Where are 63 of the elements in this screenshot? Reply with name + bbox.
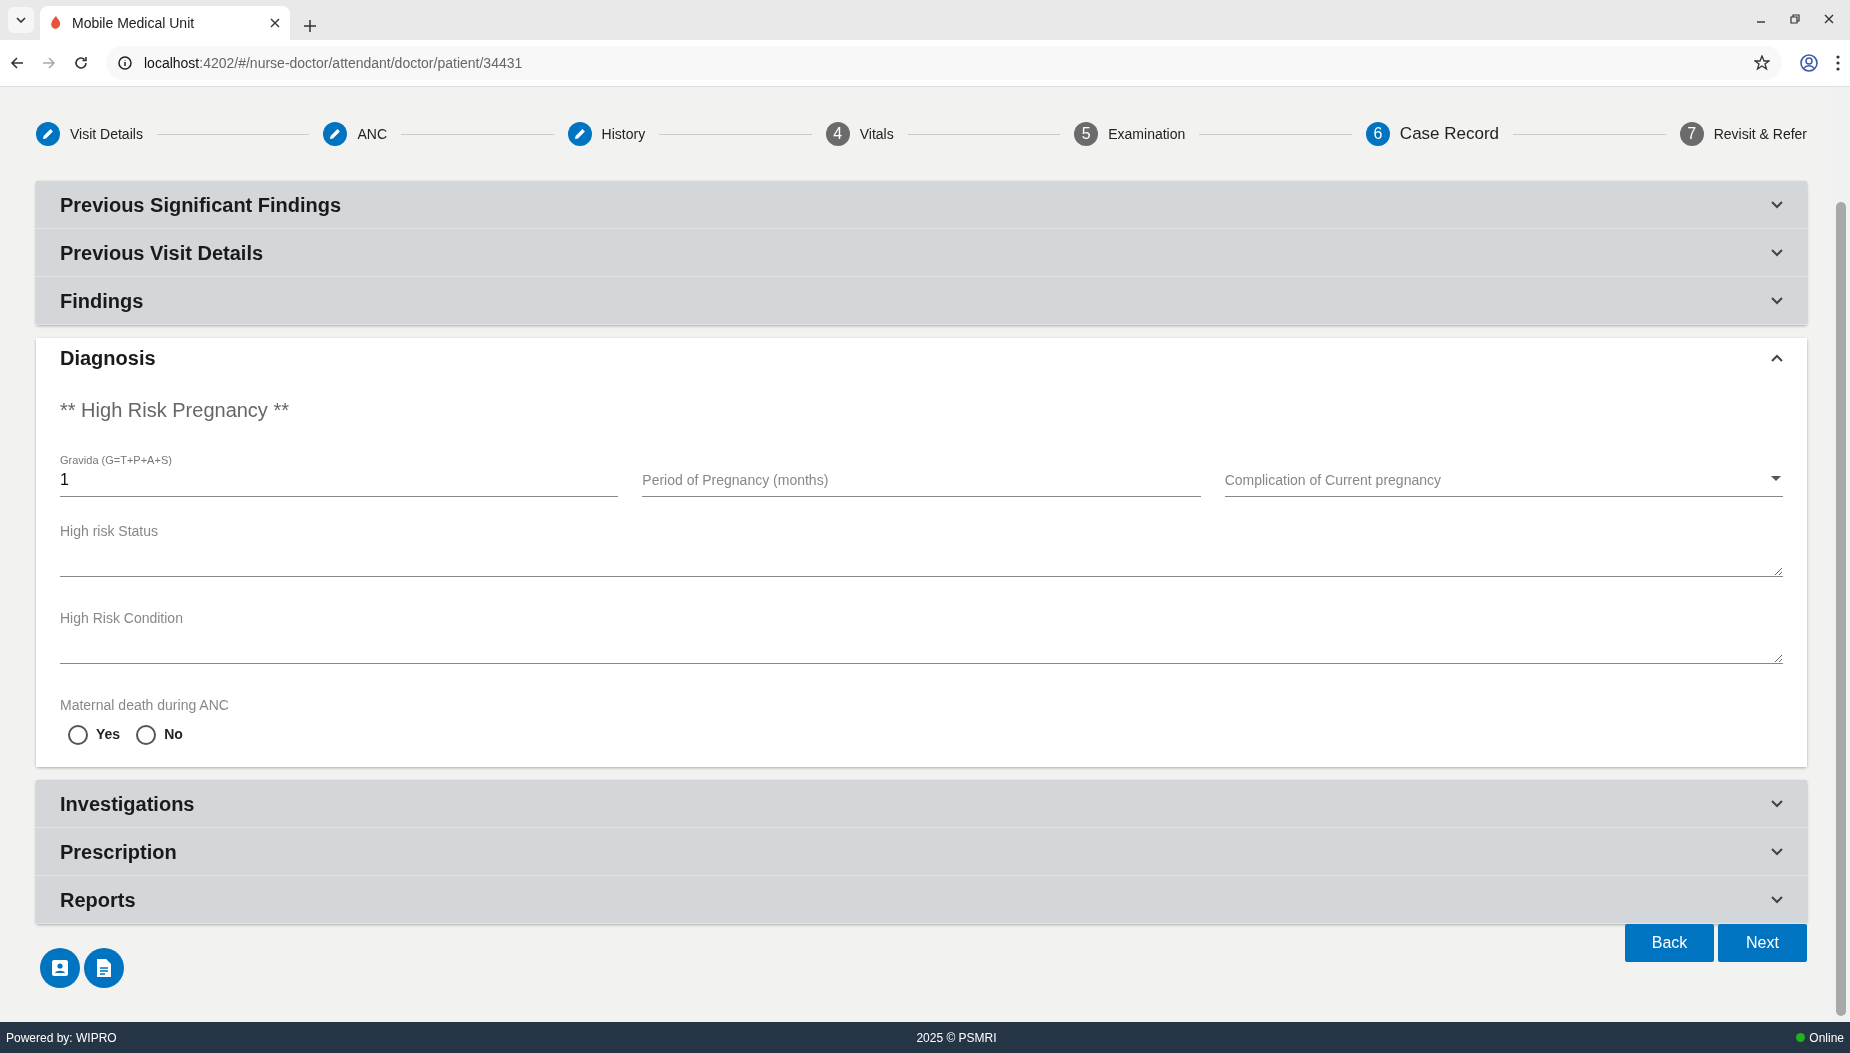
chevron-up-icon (1771, 354, 1783, 362)
connection-status: Online (1809, 1029, 1844, 1047)
reload-icon[interactable] (74, 56, 88, 70)
step-tab[interactable]: ANC (323, 122, 387, 146)
document-icon (97, 959, 111, 977)
dropdown-arrow-icon (1771, 476, 1781, 481)
accordion-header[interactable]: Previous Visit Details (36, 229, 1807, 277)
browser-tab[interactable]: Mobile Medical Unit (40, 6, 290, 40)
radio-button[interactable] (136, 724, 157, 745)
radio-group-label: Maternal death during ANC (60, 696, 230, 715)
chevron-down-icon (1771, 895, 1783, 904)
url-text: localhost:4202/#/nurse-doctor/attendant/doctor/patient/34431 (144, 53, 524, 73)
step-tab[interactable]: 7 Revisit & Refer (1679, 122, 1807, 146)
step-tab[interactable]: Visit Details (36, 122, 143, 146)
step-tab[interactable]: 5 Examination (1074, 122, 1186, 146)
accordion-header[interactable]: Prescription (36, 828, 1807, 876)
document-button[interactable] (84, 948, 124, 988)
step-tab[interactable]: 6 Case Record (1365, 121, 1500, 147)
info-icon (118, 56, 132, 70)
section-subheading: ** High Risk Pregnancy ** (60, 398, 290, 423)
text-area-field[interactable]: High Risk Condition (60, 608, 1783, 664)
accordion-header[interactable]: Findings (36, 277, 1807, 325)
profile-icon[interactable] (1800, 54, 1818, 72)
chevron-down-icon (1771, 248, 1783, 257)
accordion-header[interactable]: Diagnosis (36, 338, 1807, 378)
restore-icon[interactable] (1790, 14, 1800, 24)
radio-button[interactable] (68, 724, 88, 745)
input-field[interactable]: Period of Pregnancy (months) (642, 468, 1201, 497)
contact-card-button[interactable] (40, 948, 80, 988)
chevron-down-icon (1771, 200, 1783, 209)
action-button[interactable]: Back (1625, 924, 1714, 962)
close-icon[interactable] (270, 18, 280, 28)
tab-title: Mobile Medical Unit (72, 13, 196, 33)
chevron-down-icon (1771, 847, 1783, 856)
more-menu-icon[interactable] (1836, 55, 1840, 71)
chevron-down-icon (16, 17, 26, 23)
status-dot-icon (1796, 1033, 1806, 1042)
new-tab-icon[interactable] (304, 20, 316, 32)
text-area-field[interactable]: High risk Status (60, 521, 1783, 577)
accordion-header[interactable]: Investigations (36, 780, 1807, 828)
action-button[interactable]: Next (1718, 924, 1807, 962)
tab-search-button[interactable] (8, 7, 34, 33)
address-bar[interactable]: localhost:4202/#/nurse-doctor/attendant/doctor/patient/34431 (106, 46, 1782, 80)
input-field[interactable]: 1 (60, 468, 619, 497)
step-number: 6 (1365, 122, 1390, 146)
radio-label: Yes (96, 725, 121, 744)
accordion-header[interactable]: Previous Significant Findings (36, 181, 1807, 229)
step-number: 4 (825, 122, 850, 146)
accordion-header[interactable]: Reports (36, 876, 1807, 924)
footer-copyright: 2025 © PSMRI (916, 1029, 997, 1047)
chevron-down-icon (1771, 799, 1783, 808)
close-icon[interactable] (1824, 14, 1834, 24)
step-number: 7 (1679, 122, 1704, 146)
field-label: Gravida (G=T+P+A+S) (60, 452, 173, 468)
step-tab[interactable]: 4 Vitals (825, 122, 894, 146)
step-tab[interactable]: History (567, 122, 646, 146)
radio-label: No (164, 725, 183, 744)
chevron-down-icon (1771, 296, 1783, 305)
footer-credit: Powered by: WIPRO (6, 1029, 117, 1047)
contact-card-icon (51, 959, 69, 977)
star-icon[interactable] (1754, 55, 1770, 71)
step-number: 5 (1074, 122, 1099, 146)
back-arrow-icon[interactable] (10, 56, 24, 70)
